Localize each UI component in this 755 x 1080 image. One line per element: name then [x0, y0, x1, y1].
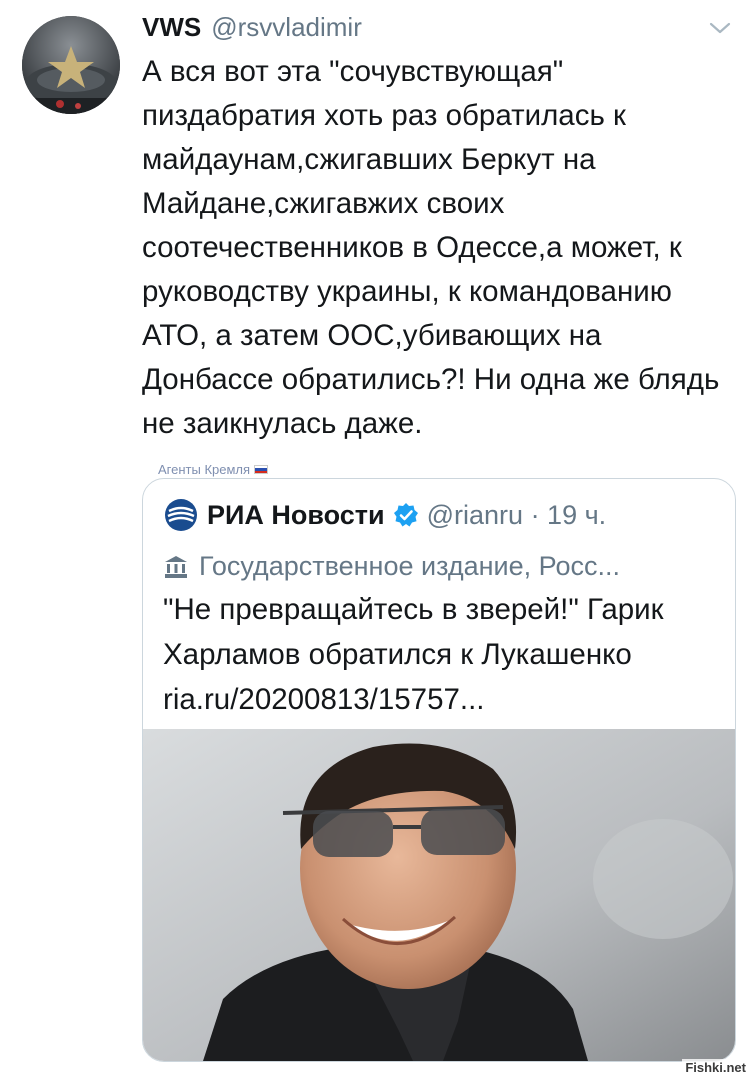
russian-flag-icon — [254, 465, 269, 474]
quoted-handle-time[interactable]: @rianru · 19 ч. — [427, 500, 607, 531]
tweet-header: VWS @rsvvladimir — [142, 12, 362, 52]
tweet-text: А вся вот эта "сочувствующая" пиздабрати… — [142, 55, 720, 440]
display-name[interactable]: VWS — [142, 12, 201, 43]
user-handle[interactable]: @rsvvladimir — [211, 12, 362, 43]
quoted-link[interactable]: ria.ru/20200813/15757... — [163, 683, 484, 716]
verified-badge-icon — [393, 502, 419, 528]
quoted-tweet-text: "Не превращайтесь в зверей!" Гарик Харла… — [163, 587, 723, 722]
government-building-icon — [163, 554, 189, 580]
quoted-headline: "Не превращайтесь в зверей!" Гарик Харла… — [163, 593, 664, 671]
chevron-down-icon[interactable] — [706, 18, 734, 38]
avatar[interactable] — [22, 16, 120, 114]
agents-badge: Агенты Кремля — [158, 462, 269, 477]
quoted-tweet-card[interactable]: РИА Новости @rianru · 19 ч. Государствен… — [142, 478, 736, 1062]
state-media-label[interactable]: Государственное издание, Росс... — [163, 551, 620, 582]
tweet: VWS @rsvvladimir А вся вот эта "сочувств… — [0, 0, 755, 1080]
quoted-source-name[interactable]: РИА Новости — [207, 500, 385, 531]
watermark: Fishki.net — [682, 1059, 749, 1076]
ria-logo-icon — [163, 497, 199, 533]
agents-badge-label: Агенты Кремля — [158, 462, 251, 477]
quoted-tweet-header: РИА Новости @rianru · 19 ч. — [163, 497, 606, 533]
state-media-label-text: Государственное издание, Росс... — [199, 551, 620, 581]
quoted-photo[interactable] — [143, 729, 735, 1061]
